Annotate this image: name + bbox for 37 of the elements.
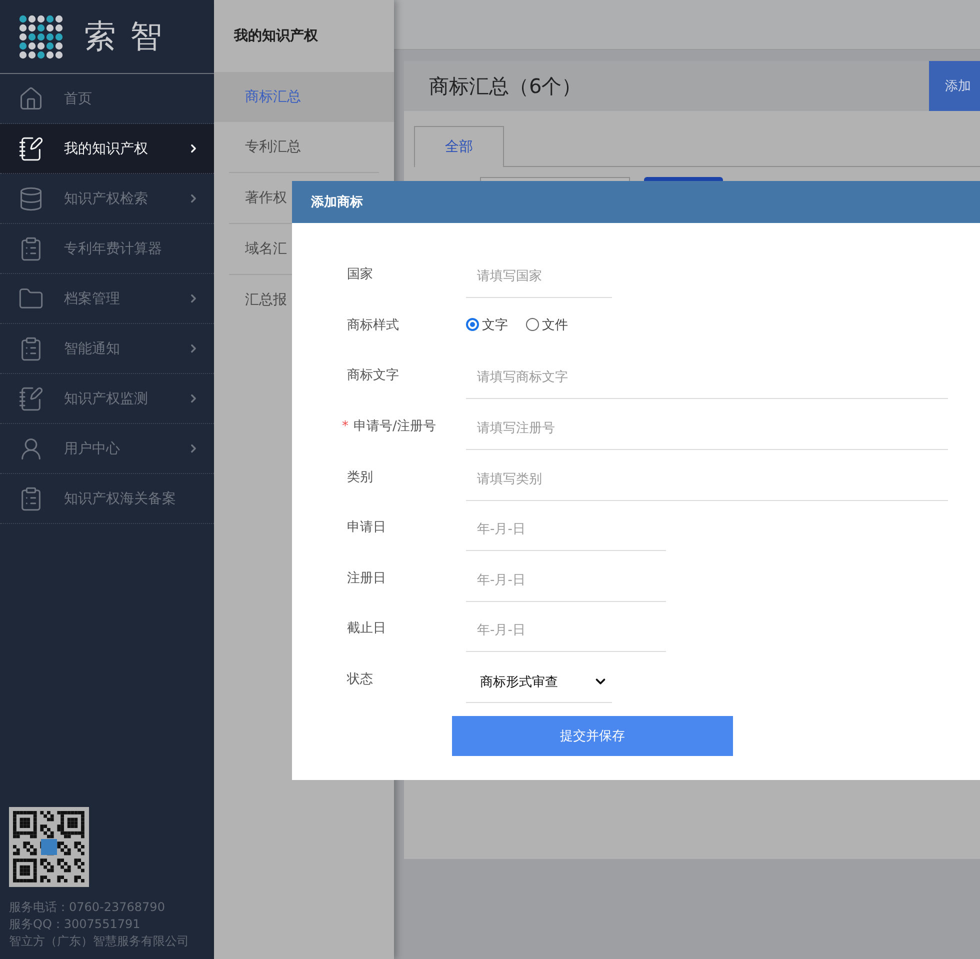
add-button[interactable]: 添加 bbox=[929, 61, 980, 111]
panel-title: 商标汇总（6个） bbox=[429, 72, 582, 100]
field-label: 申请号/注册号 bbox=[354, 418, 436, 436]
field-label: 状态 bbox=[347, 671, 373, 688]
radio-option[interactable]: 文件 bbox=[526, 316, 568, 334]
field-label: 国家 bbox=[347, 266, 373, 284]
home-icon bbox=[18, 86, 44, 112]
sub-nav-item[interactable]: 专利汇总 bbox=[214, 122, 394, 172]
notebook-pen-icon bbox=[18, 386, 44, 412]
logo-icon bbox=[18, 14, 64, 60]
field-label: 注册日 bbox=[347, 570, 386, 587]
database-icon bbox=[18, 186, 44, 212]
sub-sidebar-title: 我的知识产权 bbox=[232, 27, 319, 46]
status-select[interactable]: 商标形式审查 bbox=[466, 661, 612, 704]
radio-label: 文字 bbox=[482, 316, 508, 334]
field-label: 商标文字 bbox=[347, 367, 399, 384]
qr-code-icon bbox=[9, 807, 89, 887]
radio-option[interactable]: 文字 bbox=[466, 316, 508, 334]
footer-text: 服务QQ：3007551791 bbox=[9, 916, 142, 933]
nav-item[interactable]: 我的知识产权 bbox=[0, 124, 214, 174]
notebook-pen-icon bbox=[18, 136, 44, 162]
radio-checked-icon[interactable] bbox=[466, 318, 479, 332]
field-label: 商标样式 bbox=[347, 316, 399, 334]
footer-text: 智立方（广东）智慧服务有限公司 bbox=[9, 933, 190, 950]
field-label: 类别 bbox=[347, 468, 373, 486]
sub-nav-item[interactable]: 商标汇总 bbox=[214, 72, 394, 122]
logo-text: 索智 bbox=[84, 16, 176, 56]
submit-button[interactable]: 提交并保存 bbox=[452, 716, 733, 756]
footer-text: 服务电话：0760-23768790 bbox=[9, 899, 166, 916]
dialog-title: 添加商标 bbox=[311, 194, 363, 211]
field-label: 申请日 bbox=[347, 519, 386, 536]
radio-label: 文件 bbox=[542, 316, 568, 334]
folder-icon bbox=[18, 286, 44, 312]
required-mark: * bbox=[342, 418, 348, 434]
field-label: 截止日 bbox=[347, 620, 386, 638]
radio-icon[interactable] bbox=[526, 318, 539, 332]
tab[interactable]: 全部 bbox=[414, 126, 504, 167]
